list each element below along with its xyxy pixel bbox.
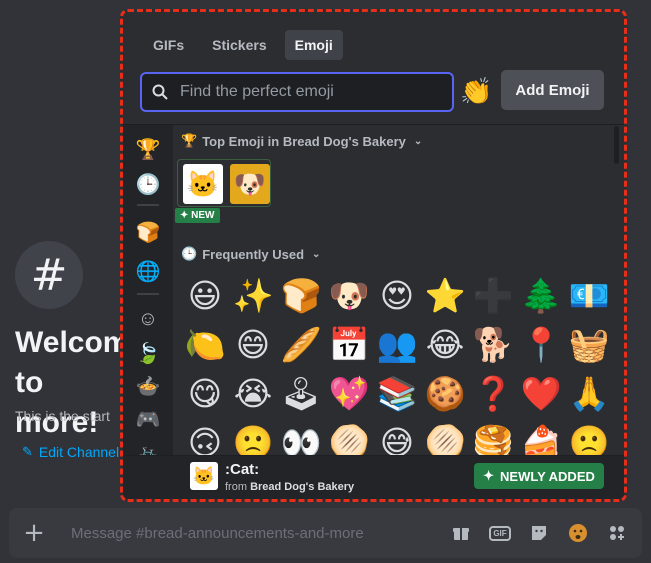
emoji-button[interactable]: ❤️ [517, 369, 565, 418]
bread-server-icon[interactable]: 🍞 [135, 219, 161, 245]
edit-channel-link[interactable]: ✎ Edit Channel [22, 444, 132, 460]
rail-divider [137, 204, 159, 206]
edit-channel-label: Edit Channel [38, 444, 120, 460]
new-badge: ✦ NEW [175, 208, 220, 223]
tab-gifs[interactable]: GIFs [143, 30, 194, 60]
tab-emoji[interactable]: Emoji [284, 30, 343, 60]
emoji-picker: GIFs Stickers Emoji 👏 Add Emoji 🏆 🕒 🍞 🌐 … [120, 9, 627, 502]
emoji-icon[interactable] [567, 522, 589, 544]
emoji-button[interactable]: 🕹 [277, 369, 325, 418]
emoji-button[interactable]: 🌲 [517, 271, 565, 320]
preview-emoji-source: from Bread Dog's Bakery [225, 481, 355, 493]
add-emoji-button[interactable]: Add Emoji [501, 70, 604, 110]
rail-divider [137, 293, 159, 295]
preview-emoji-name: :Cat: [225, 461, 260, 478]
sticker-icon[interactable] [528, 522, 550, 544]
emoji-button[interactable]: 📍 [517, 320, 565, 369]
emoji-button[interactable]: 🙏 [565, 369, 613, 418]
frequently-used-header[interactable]: 🕒 Frequently Used ⌄ [181, 246, 320, 262]
welcome-subtitle: This is the start [15, 408, 110, 424]
gif-icon[interactable]: GIF [489, 522, 511, 544]
emoji-button[interactable]: 🫓 [421, 418, 469, 456]
emoji-button[interactable]: 🙁 [565, 418, 613, 456]
emoji-button[interactable]: 🙁 [229, 418, 277, 456]
emoji-button[interactable]: 🐶 [325, 271, 373, 320]
emoji-button[interactable]: 💶 [565, 271, 613, 320]
top-emoji-header[interactable]: 🏆 Top Emoji in Bread Dog's Bakery ⌄ [181, 133, 422, 149]
emoji-button[interactable]: 😂 [421, 320, 469, 369]
emoji-button[interactable]: 🥞 [469, 418, 517, 456]
emoji-button[interactable]: 👥 [373, 320, 421, 369]
newly-added-badge: ✦ NEWLY ADDED [474, 463, 604, 489]
tab-stickers[interactable]: Stickers [202, 30, 276, 60]
emoji-button[interactable]: ⭐ [421, 271, 469, 320]
emoji-button[interactable]: 🧺 [565, 320, 613, 369]
emoji-grid: 😃 ✨ 🍞 🐶 😍 ⭐ ➕ 🌲 💶 🍋 😄 🥖 📅 👥 😂 🐕 📍 🧺 😋 😭 🕹 💖 📚 🍪 ❓ ❤️ 🙏 🙃 🙁 👀 🫓 😅 🫓 🥞 🍰 🙁 [181, 271, 613, 456]
trophy-icon[interactable]: 🏆 [135, 136, 161, 162]
plus-icon[interactable]: + [9, 518, 59, 548]
scrollbar[interactable] [614, 126, 619, 164]
emoji-button[interactable]: 🐕 [469, 320, 517, 369]
emoji-search-input[interactable] [180, 83, 440, 101]
pug-emoji[interactable]: 🐶 [230, 164, 270, 204]
emoji-button[interactable]: 😅 [373, 418, 421, 455]
picker-tabs: GIFs Stickers Emoji [143, 30, 343, 60]
emoji-button[interactable]: 🫓 [325, 418, 373, 456]
emoji-button[interactable]: 😍 [373, 271, 421, 320]
trophy-icon: 🏆 [181, 133, 198, 148]
cat-emoji[interactable]: 🐱 [183, 164, 223, 204]
emoji-button[interactable]: 🍋 [181, 320, 229, 369]
sparkle-icon: ✦ [483, 468, 495, 483]
emoji-button[interactable]: 😋 [181, 369, 229, 418]
emoji-button[interactable]: 😃 [181, 271, 229, 320]
emoji-button[interactable]: 📅 [325, 320, 373, 369]
preview-emoji: 🐱 [190, 462, 218, 490]
top-emoji-title: Top Emoji in Bread Dog's Bakery [202, 133, 406, 149]
emoji-button[interactable]: 🍪 [421, 369, 469, 418]
smiley-icon[interactable]: ☺ [135, 306, 161, 332]
apps-icon[interactable] [606, 522, 628, 544]
emoji-button[interactable]: 😄 [229, 320, 277, 369]
game-controller-icon[interactable]: 🎮 [135, 406, 161, 432]
leaf-icon[interactable]: 🍃 [135, 340, 161, 366]
clock-icon: 🕒 [181, 246, 198, 261]
emoji-button[interactable]: 🍰 [517, 418, 565, 456]
clock-icon[interactable]: 🕒 [135, 171, 161, 197]
chevron-down-icon: ⌄ [312, 248, 321, 260]
search-icon [152, 84, 168, 100]
emoji-search [140, 72, 454, 112]
hash-icon: # [15, 241, 83, 309]
emoji-button[interactable]: ✨ [229, 271, 277, 320]
emoji-button[interactable]: 👀 [277, 418, 325, 456]
clap-icon[interactable]: 👏 [460, 76, 492, 107]
emoji-button[interactable]: 🍞 [277, 271, 325, 320]
server-icon[interactable]: 🌐 [135, 258, 161, 284]
emoji-button[interactable]: 😭 [229, 369, 277, 418]
emoji-button[interactable]: 🙃 [181, 418, 229, 455]
emoji-button[interactable]: 🥖 [277, 320, 325, 369]
chevron-down-icon: ⌄ [413, 135, 423, 147]
food-icon[interactable]: 🍲 [135, 373, 161, 399]
emoji-button[interactable]: 📚 [373, 369, 421, 418]
emoji-button[interactable]: ❓ [469, 369, 517, 418]
category-rail: 🏆 🕒 🍞 🌐 ☺ 🍃 🍲 🎮 🚲 [123, 125, 173, 464]
message-input[interactable]: Message #bread-announcements-and-more [59, 525, 450, 542]
emoji-preview-footer: 🐱 :Cat: from Bread Dog's Bakery ✦ NEWLY … [123, 455, 624, 499]
emoji-content: 🏆 Top Emoji in Bread Dog's Bakery ⌄ 🐱 🐶 … [173, 125, 624, 455]
message-bar: + Message #bread-announcements-and-more … [9, 508, 642, 558]
gift-icon[interactable] [450, 522, 472, 544]
top-emoji-group: 🐱 🐶 [177, 159, 271, 207]
frequently-used-title: Frequently Used [202, 246, 305, 262]
emoji-button[interactable]: ➕ [469, 271, 517, 320]
pencil-icon: ✎ [22, 444, 33, 459]
emoji-button[interactable]: 💖 [325, 369, 373, 418]
